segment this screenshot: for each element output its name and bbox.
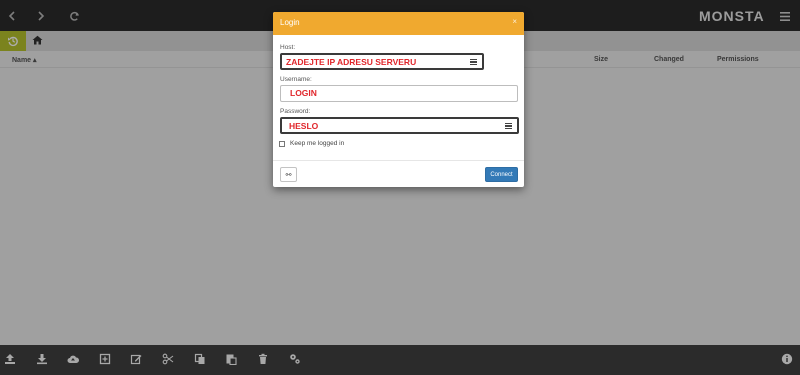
host-field[interactable]: ZADEJTE IP ADRESU SERVERU xyxy=(280,53,484,70)
login-dialog: Login × Host: ZADEJTE IP ADRESU SERVERU … xyxy=(273,12,524,187)
dialog-title: Login xyxy=(280,18,300,27)
edit-icon[interactable] xyxy=(130,353,142,365)
settings-icon[interactable] xyxy=(289,353,301,365)
copy-icon[interactable] xyxy=(194,353,206,365)
link-icon: ⚯ xyxy=(285,171,292,179)
username-label: Username: xyxy=(280,76,312,83)
host-label: Host: xyxy=(280,44,296,51)
new-item-icon[interactable] xyxy=(99,353,111,365)
close-icon[interactable]: × xyxy=(512,17,517,26)
host-dropdown-icon[interactable] xyxy=(470,59,477,65)
password-label: Password: xyxy=(280,108,311,115)
paste-icon[interactable] xyxy=(225,353,237,365)
username-value: LOGIN xyxy=(290,88,317,98)
host-value: ZADEJTE IP ADRESU SERVERU xyxy=(286,57,417,67)
cut-icon[interactable] xyxy=(162,353,174,365)
password-value: HESLO xyxy=(289,121,319,131)
bottom-toolbar xyxy=(0,345,800,375)
remember-me[interactable]: Keep me logged in xyxy=(279,140,344,147)
remember-checkbox[interactable] xyxy=(279,140,285,147)
info-icon[interactable] xyxy=(781,353,793,365)
password-dropdown-icon[interactable] xyxy=(505,123,512,129)
download-icon[interactable] xyxy=(36,353,48,365)
advanced-options-button[interactable]: ⚯ xyxy=(280,167,297,182)
username-field[interactable]: LOGIN xyxy=(280,85,518,102)
dialog-header: Login × xyxy=(273,12,524,35)
upload-icon[interactable] xyxy=(4,353,16,365)
cloud-upload-icon[interactable] xyxy=(67,353,79,365)
remember-label: Keep me logged in xyxy=(290,140,345,147)
connect-button[interactable]: Connect xyxy=(485,167,518,182)
password-field[interactable]: HESLO xyxy=(280,117,519,134)
delete-icon[interactable] xyxy=(257,353,269,365)
dialog-footer: ⚯ Connect xyxy=(273,160,524,187)
